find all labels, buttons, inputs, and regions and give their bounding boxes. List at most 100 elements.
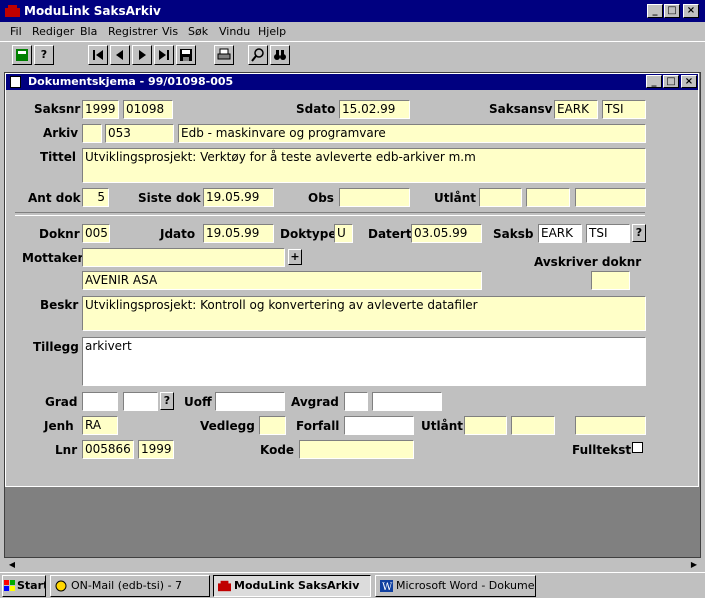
grad-sub-field[interactable] (123, 392, 158, 411)
scroll-left-icon[interactable]: ◀ (6, 558, 18, 571)
section-divider (15, 212, 645, 216)
previous-record-icon[interactable] (110, 45, 130, 65)
minimize-icon[interactable]: _ (647, 4, 663, 18)
save-icon[interactable] (176, 45, 196, 65)
tittel-field[interactable]: Utviklingsprosjekt: Verktøy for å teste … (82, 148, 646, 183)
menu-rediger[interactable]: Rediger (32, 25, 74, 38)
print-icon[interactable] (214, 45, 234, 65)
utlant-field-2[interactable] (526, 188, 570, 207)
menu-vindu[interactable]: Vindu (219, 25, 250, 38)
menu-bla[interactable]: Bla (80, 25, 97, 38)
tittel-label: Tittel (40, 150, 77, 164)
binoculars-icon[interactable] (270, 45, 290, 65)
taskbar-word[interactable]: W Microsoft Word - Dokument1 (375, 575, 536, 597)
form-maximize-icon[interactable]: □ (663, 75, 679, 88)
doknr-field[interactable]: 005 (82, 224, 110, 243)
fulltekst-checkbox[interactable] (632, 442, 643, 453)
jdato-label: Jdato (160, 227, 196, 241)
first-record-icon[interactable] (88, 45, 108, 65)
taskbar-saksarkiv[interactable]: ModuLink SaksArkiv (213, 575, 371, 597)
vedlegg-field[interactable] (259, 416, 286, 435)
ant-dok-label: Ant dok (28, 191, 81, 205)
utlant-field-3[interactable] (575, 188, 646, 207)
utlant2-field-1[interactable] (464, 416, 507, 435)
arkiv-prefix-field[interactable] (82, 124, 102, 143)
avgrad-field-1[interactable] (344, 392, 368, 411)
lnr-year-field[interactable]: 1999 (138, 440, 174, 459)
uoff-label: Uoff (184, 395, 212, 409)
beskr-field[interactable]: Utviklingsprosjekt: Kontroll og konverte… (82, 296, 646, 331)
saksb-code2-field[interactable]: TSI (586, 224, 630, 243)
siste-dok-field[interactable]: 19.05.99 (203, 188, 274, 207)
utlant-field-1[interactable] (479, 188, 522, 207)
mottaker-search-field[interactable] (82, 248, 285, 267)
maximize-icon[interactable]: □ (664, 4, 680, 18)
doktype-field[interactable]: U (334, 224, 353, 243)
arkiv-label: Arkiv (43, 126, 79, 140)
jenh-field[interactable]: RA (82, 416, 118, 435)
form-close-icon[interactable]: × (681, 75, 697, 88)
search-icon[interactable] (248, 45, 268, 65)
taskbar-saksarkiv-label: ModuLink SaksArkiv (234, 579, 360, 592)
form-minimize-icon[interactable]: _ (646, 75, 662, 88)
toolbar: ? (0, 41, 705, 71)
windows-logo-icon (4, 580, 15, 591)
obs-field[interactable] (339, 188, 410, 207)
mottaker-name-field[interactable]: AVENIR ASA (82, 271, 482, 290)
tillegg-field[interactable]: arkivert (82, 337, 646, 386)
document-icon (10, 76, 21, 88)
close-icon[interactable]: × (683, 4, 699, 18)
ant-dok-field[interactable]: 5 (82, 188, 109, 207)
saksnr-seq-field[interactable]: 01098 (123, 100, 173, 119)
saksb-code1-field[interactable]: EARK (538, 224, 582, 243)
horizontal-scrollbar[interactable]: ◀ ▶ (6, 558, 700, 572)
jdato-field[interactable]: 19.05.99 (203, 224, 274, 243)
taskbar: Start ON-Mail (edb-tsi) - 7 ModuLink Sak… (0, 572, 705, 598)
taskbar-word-label: Microsoft Word - Dokument1 (396, 579, 535, 592)
menu-fil[interactable]: Fil (10, 25, 22, 38)
start-button[interactable]: Start (2, 575, 46, 597)
jenh-label: Jenh (44, 419, 74, 433)
sdato-label: Sdato (296, 102, 336, 116)
avskriver-doknr-field[interactable] (591, 271, 630, 290)
menu-sok[interactable]: Søk (188, 25, 208, 38)
last-record-icon[interactable] (154, 45, 174, 65)
calculator-icon[interactable] (12, 45, 32, 65)
next-record-icon[interactable] (132, 45, 152, 65)
grad-lookup-button[interactable]: ? (160, 392, 174, 410)
form-title: Dokumentskjema - 99/01098-005 (28, 75, 234, 88)
menu-registrer[interactable]: Registrer (108, 25, 158, 38)
forfall-field[interactable] (344, 416, 414, 435)
siste-dok-label: Siste dok (138, 191, 201, 205)
kode-field[interactable] (299, 440, 414, 459)
scroll-right-icon[interactable]: ▶ (688, 558, 700, 571)
saksnr-label: Saksnr (34, 102, 81, 116)
utlant2-field-3[interactable] (575, 416, 646, 435)
arkiv-description-field[interactable]: Edb - maskinvare og programvare (178, 124, 646, 143)
menu-vis[interactable]: Vis (162, 25, 178, 38)
arkiv-code-field[interactable]: 053 (105, 124, 174, 143)
grad-field[interactable] (82, 392, 118, 411)
form-titlebar: Dokumentskjema - 99/01098-005 _ □ × (6, 74, 698, 90)
avgrad-field-2[interactable] (372, 392, 442, 411)
saksansv-label: Saksansv (489, 102, 553, 116)
saksansv-code2-field[interactable]: TSI (602, 100, 646, 119)
taskbar-onmail-label: ON-Mail (edb-tsi) - 7 (71, 579, 183, 592)
saksnr-year-field[interactable]: 1999 (82, 100, 119, 119)
saksansv-code1-field[interactable]: EARK (554, 100, 598, 119)
sdato-field[interactable]: 15.02.99 (339, 100, 410, 119)
grad-label: Grad (45, 395, 78, 409)
lnr-label: Lnr (55, 443, 78, 457)
mottaker-add-button[interactable]: + (288, 249, 302, 265)
saksb-lookup-button[interactable]: ? (632, 224, 646, 242)
forfall-label: Forfall (296, 419, 340, 433)
datert-field[interactable]: 03.05.99 (411, 224, 482, 243)
doktype-label: Doktype (280, 227, 337, 241)
lnr-field[interactable]: 005866 (82, 440, 134, 459)
modulink-app-icon (5, 5, 20, 17)
help-icon[interactable]: ? (34, 45, 54, 65)
uoff-field[interactable] (215, 392, 285, 411)
utlant2-field-2[interactable] (511, 416, 555, 435)
taskbar-onmail[interactable]: ON-Mail (edb-tsi) - 7 (50, 575, 210, 597)
menu-hjelp[interactable]: Hjelp (258, 25, 286, 38)
